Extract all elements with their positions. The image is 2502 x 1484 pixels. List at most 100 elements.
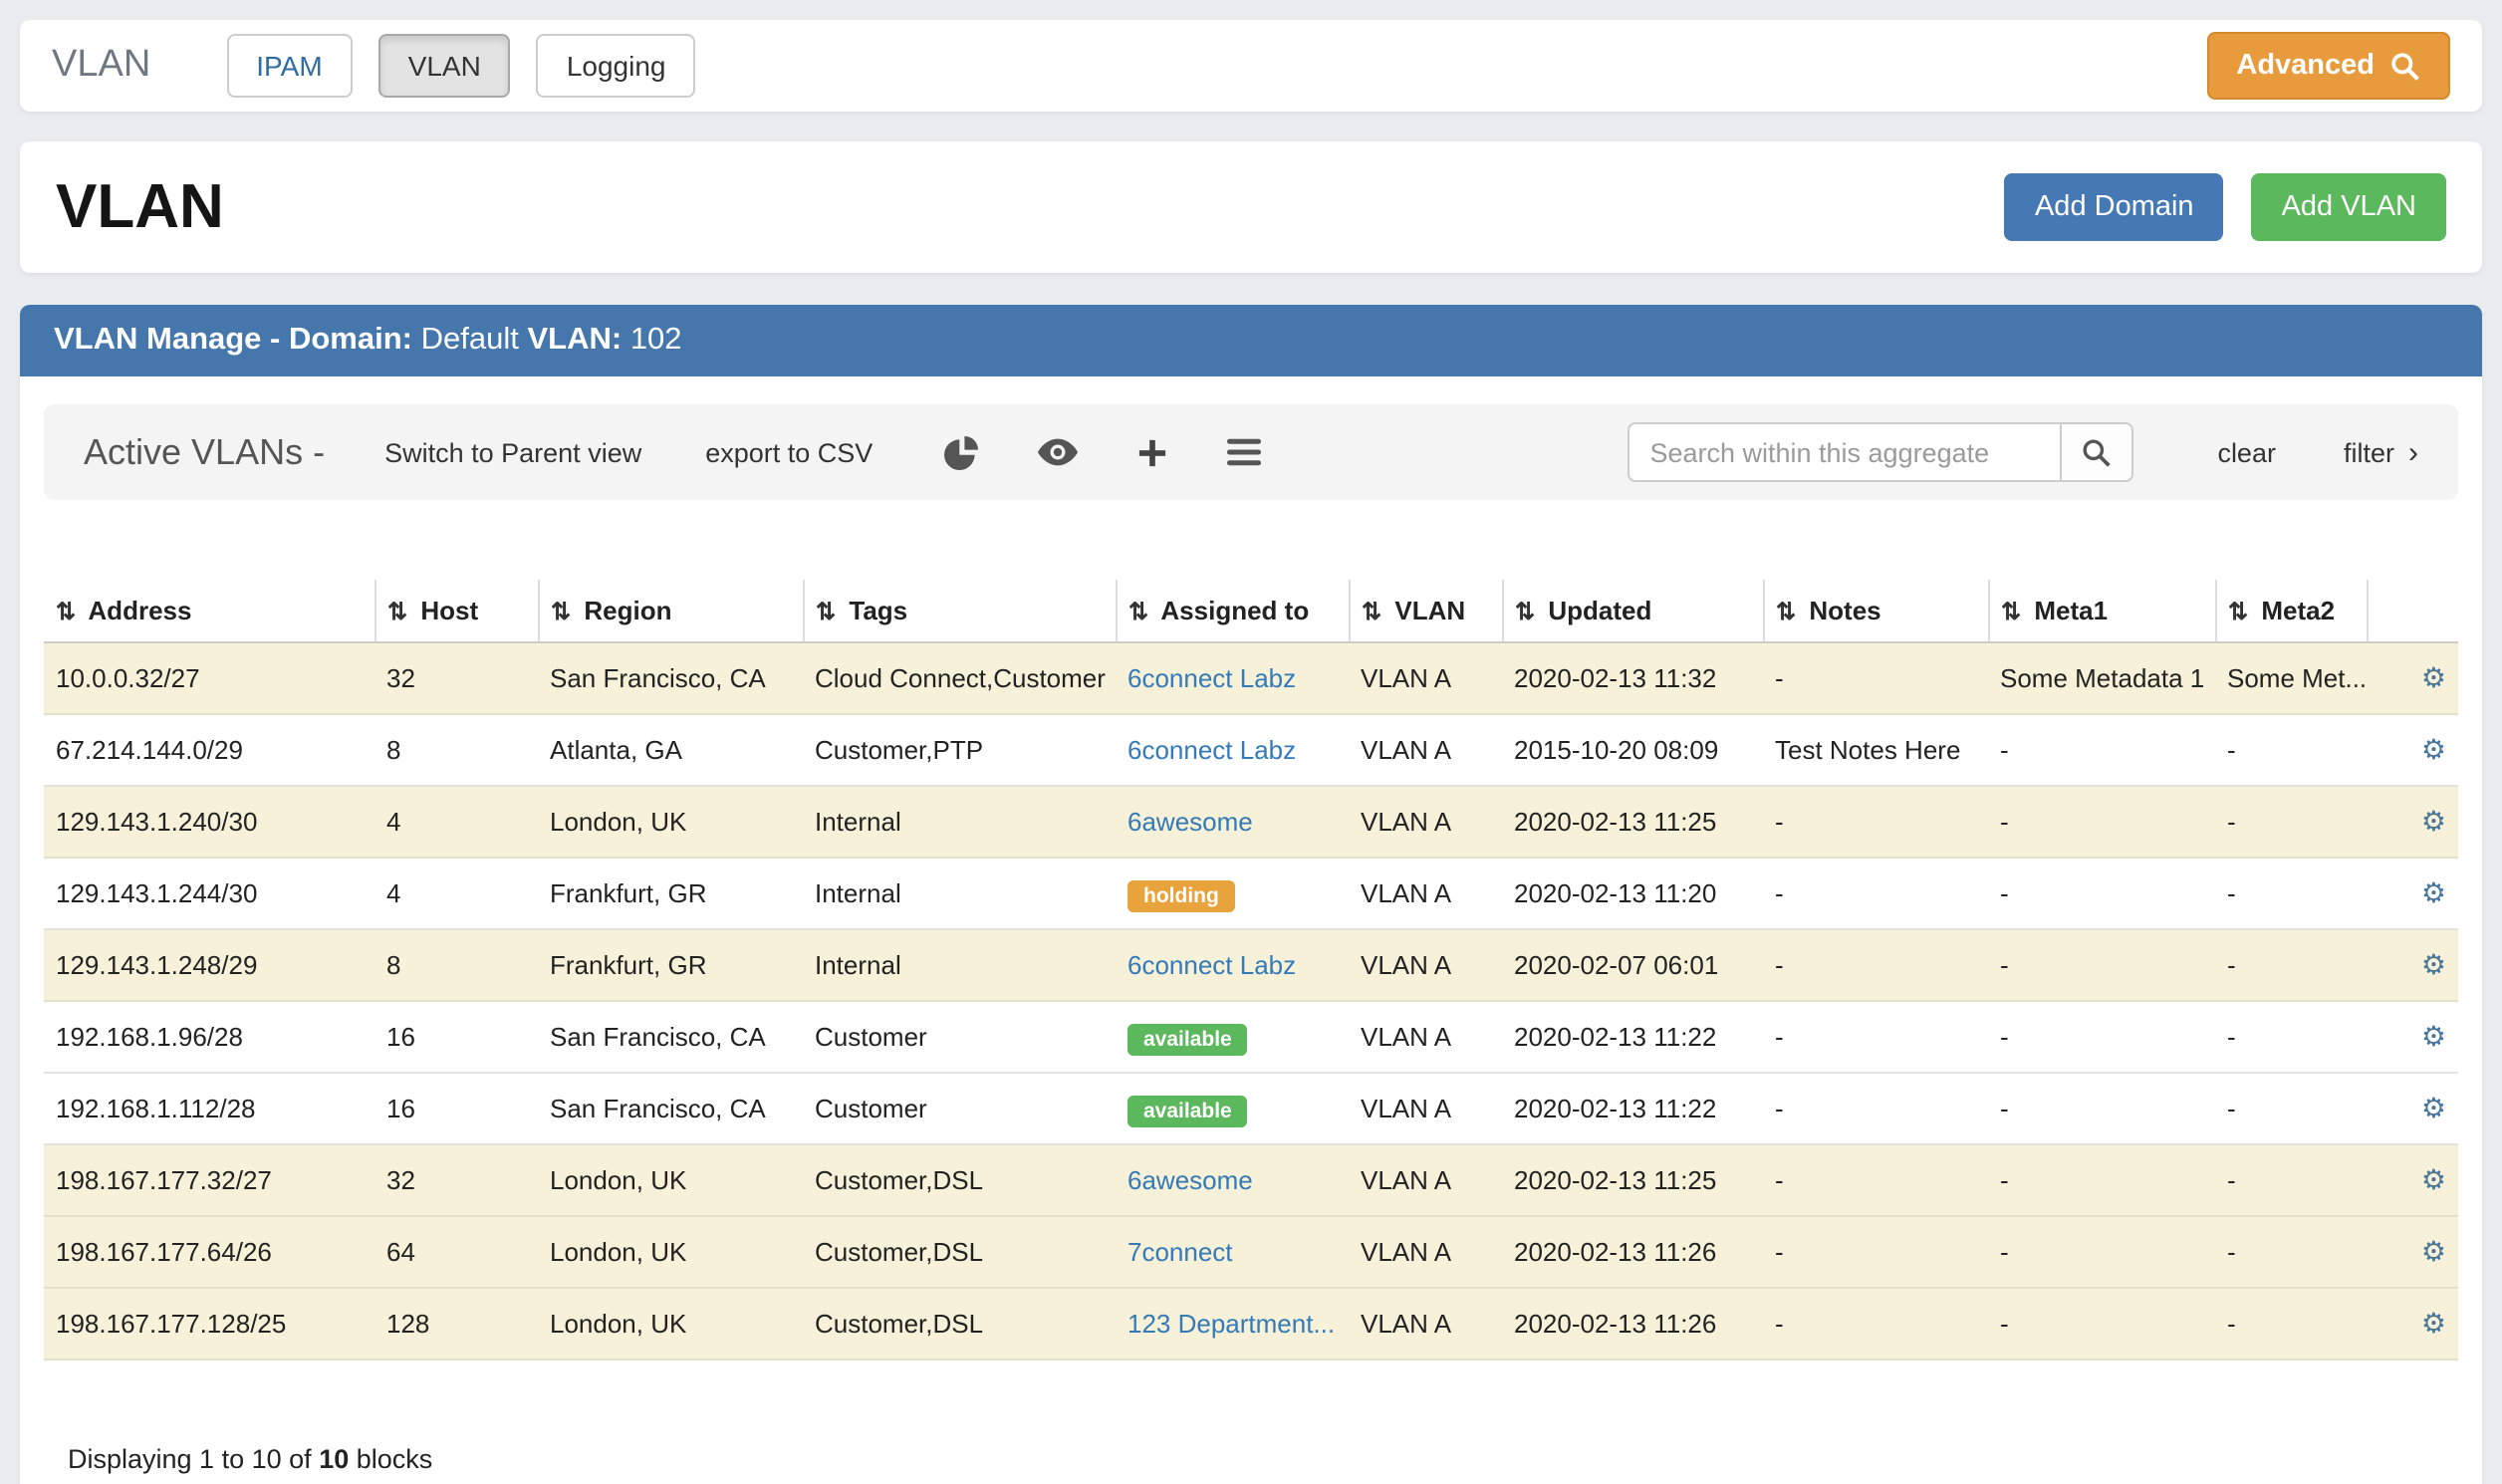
table-header-row: ⇅ Address⇅ Host⇅ Region⇅ Tags⇅ Assigned … bbox=[44, 580, 2458, 642]
cell-vlan: VLAN A bbox=[1349, 1288, 1502, 1360]
cell-notes: - bbox=[1763, 1073, 1988, 1144]
eye-glyph bbox=[1038, 438, 1078, 466]
cell-meta2: - bbox=[2215, 858, 2367, 929]
column-header-notes[interactable]: ⇅ Notes bbox=[1763, 580, 1988, 642]
search-icon bbox=[2390, 51, 2420, 81]
plus-icon[interactable] bbox=[1137, 437, 1167, 467]
pie-chart-icon[interactable] bbox=[944, 435, 978, 469]
search-input[interactable] bbox=[1627, 422, 2062, 482]
gear-icon[interactable]: ⚙ bbox=[2421, 1163, 2446, 1195]
column-header-region[interactable]: ⇅ Region bbox=[538, 580, 803, 642]
cell-meta2: - bbox=[2215, 1288, 2367, 1360]
cell-region: Frankfurt, GR bbox=[538, 929, 803, 1001]
cell-address: 198.167.177.128/25 bbox=[44, 1288, 375, 1360]
cell-updated: 2020-02-13 11:32 bbox=[1502, 642, 1763, 714]
cell-actions: ⚙ bbox=[2367, 642, 2458, 714]
list-icon[interactable] bbox=[1227, 438, 1261, 466]
add-vlan-button[interactable]: Add VLAN bbox=[2252, 173, 2446, 241]
table-row: 192.168.1.96/2816San Francisco, CACustom… bbox=[44, 1001, 2458, 1073]
export-csv-link[interactable]: export to CSV bbox=[705, 437, 873, 467]
cell-region: London, UK bbox=[538, 1144, 803, 1216]
cell-vlan: VLAN A bbox=[1349, 714, 1502, 786]
cell-actions: ⚙ bbox=[2367, 1288, 2458, 1360]
table-row: 129.143.1.244/304Frankfurt, GRInternalho… bbox=[44, 858, 2458, 929]
cell-region: San Francisco, CA bbox=[538, 1073, 803, 1144]
gear-icon[interactable]: ⚙ bbox=[2421, 733, 2446, 765]
assigned-link[interactable]: 7connect bbox=[1127, 1237, 1233, 1267]
add-domain-button[interactable]: Add Domain bbox=[2005, 173, 2224, 241]
column-header-assigned-to[interactable]: ⇅ Assigned to bbox=[1116, 580, 1349, 642]
switch-parent-view-link[interactable]: Switch to Parent view bbox=[384, 437, 641, 467]
cell-address: 10.0.0.32/27 bbox=[44, 642, 375, 714]
search-button[interactable] bbox=[2062, 422, 2133, 482]
cell-host: 8 bbox=[375, 929, 538, 1001]
clear-link[interactable]: clear bbox=[2217, 437, 2276, 467]
column-header-actions bbox=[2367, 580, 2458, 642]
cell-updated: 2020-02-13 11:26 bbox=[1502, 1288, 1763, 1360]
column-header-tags[interactable]: ⇅ Tags bbox=[803, 580, 1116, 642]
gear-icon[interactable]: ⚙ bbox=[2421, 805, 2446, 837]
cell-region: Atlanta, GA bbox=[538, 714, 803, 786]
eye-icon[interactable] bbox=[1038, 438, 1078, 466]
tab-ipam[interactable]: IPAM bbox=[226, 34, 352, 98]
gear-icon[interactable]: ⚙ bbox=[2421, 1307, 2446, 1339]
sort-icon: ⇅ bbox=[1362, 598, 1381, 625]
cell-tags: Internal bbox=[803, 858, 1116, 929]
sort-icon: ⇅ bbox=[2001, 598, 2021, 625]
cell-assigned-to: 6awesome bbox=[1116, 1144, 1349, 1216]
cell-vlan: VLAN A bbox=[1349, 929, 1502, 1001]
assigned-status-badge: available bbox=[1127, 1096, 1248, 1127]
column-header-updated[interactable]: ⇅ Updated bbox=[1502, 580, 1763, 642]
panel-title: VLAN Manage - Domain: Default VLAN: 102 bbox=[20, 305, 2482, 376]
cell-actions: ⚙ bbox=[2367, 1001, 2458, 1073]
cell-updated: 2020-02-13 11:22 bbox=[1502, 1073, 1763, 1144]
column-label: Host bbox=[420, 596, 478, 625]
cell-tags: Customer bbox=[803, 1001, 1116, 1073]
cell-meta1: - bbox=[1988, 1216, 2215, 1288]
cell-vlan: VLAN A bbox=[1349, 1144, 1502, 1216]
gear-icon[interactable]: ⚙ bbox=[2421, 1235, 2446, 1267]
panel-title-vlan-value: 102 bbox=[630, 323, 682, 357]
assigned-link[interactable]: 123 Department... bbox=[1127, 1309, 1335, 1339]
column-header-host[interactable]: ⇅ Host bbox=[375, 580, 538, 642]
cell-meta2: - bbox=[2215, 1073, 2367, 1144]
tab-vlan[interactable]: VLAN bbox=[378, 34, 511, 98]
filter-link[interactable]: filter › bbox=[2344, 435, 2418, 469]
table-row: 67.214.144.0/298Atlanta, GACustomer,PTP6… bbox=[44, 714, 2458, 786]
assigned-link[interactable]: 6connect Labz bbox=[1127, 735, 1296, 765]
column-header-vlan[interactable]: ⇅ VLAN bbox=[1349, 580, 1502, 642]
column-label: Assigned to bbox=[1160, 596, 1309, 625]
chevron-right-icon: › bbox=[2408, 435, 2418, 469]
gear-icon[interactable]: ⚙ bbox=[2421, 661, 2446, 693]
cell-address: 192.168.1.112/28 bbox=[44, 1073, 375, 1144]
column-header-meta1[interactable]: ⇅ Meta1 bbox=[1988, 580, 2215, 642]
assigned-link[interactable]: 6connect Labz bbox=[1127, 950, 1296, 980]
sort-icon: ⇅ bbox=[1776, 598, 1796, 625]
cell-updated: 2020-02-07 06:01 bbox=[1502, 929, 1763, 1001]
cell-updated: 2015-10-20 08:09 bbox=[1502, 714, 1763, 786]
cell-tags: Customer,DSL bbox=[803, 1216, 1116, 1288]
cell-meta2: - bbox=[2215, 714, 2367, 786]
cell-assigned-to: available bbox=[1116, 1073, 1349, 1144]
table-row: 10.0.0.32/2732San Francisco, CACloud Con… bbox=[44, 642, 2458, 714]
column-header-address[interactable]: ⇅ Address bbox=[44, 580, 375, 642]
column-header-meta2[interactable]: ⇅ Meta2 bbox=[2215, 580, 2367, 642]
cell-meta1: Some Metadata 1 bbox=[1988, 642, 2215, 714]
gear-icon[interactable]: ⚙ bbox=[2421, 1020, 2446, 1052]
page: VLAN IPAM VLAN Logging Advanced VLAN Add… bbox=[0, 0, 2502, 1484]
cell-address: 198.167.177.32/27 bbox=[44, 1144, 375, 1216]
cell-host: 4 bbox=[375, 858, 538, 929]
assigned-link[interactable]: 6awesome bbox=[1127, 1165, 1253, 1195]
cell-notes: - bbox=[1763, 642, 1988, 714]
gear-icon[interactable]: ⚙ bbox=[2421, 876, 2446, 908]
panel-body: Active VLANs - Switch to Parent view exp… bbox=[20, 376, 2482, 1484]
cell-assigned-to: 6connect Labz bbox=[1116, 929, 1349, 1001]
gear-icon[interactable]: ⚙ bbox=[2421, 1092, 2446, 1123]
advanced-search-button[interactable]: Advanced bbox=[2206, 32, 2450, 100]
navbar-brand: VLAN bbox=[52, 44, 150, 88]
assigned-link[interactable]: 6connect Labz bbox=[1127, 663, 1296, 693]
gear-icon[interactable]: ⚙ bbox=[2421, 948, 2446, 980]
assigned-link[interactable]: 6awesome bbox=[1127, 807, 1253, 837]
advanced-label: Advanced bbox=[2236, 50, 2375, 82]
tab-logging[interactable]: Logging bbox=[537, 34, 696, 98]
